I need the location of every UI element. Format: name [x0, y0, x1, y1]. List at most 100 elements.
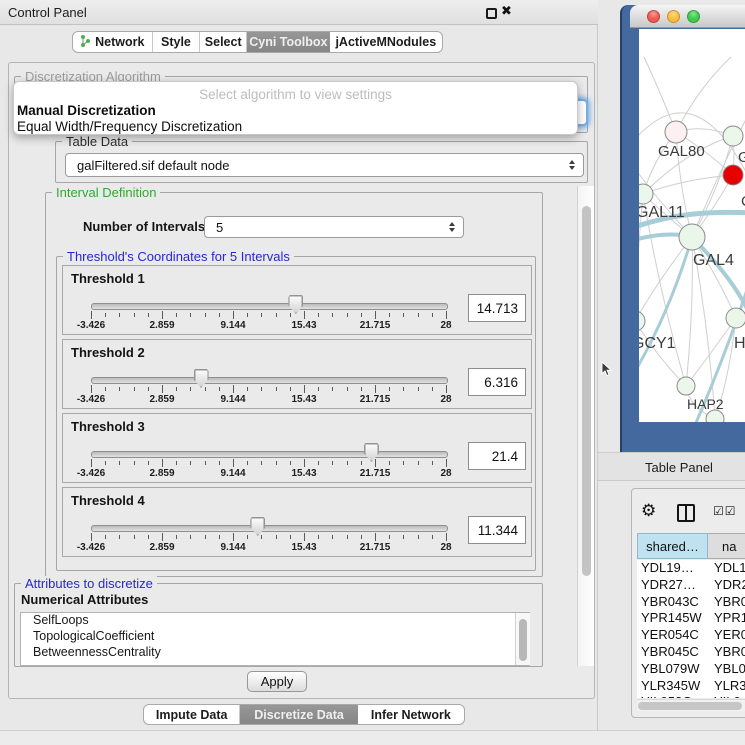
slider-tick [290, 313, 291, 317]
threshold-panel-4: Threshold 4-3.4262.8599.14415.4321.71528… [62, 487, 532, 557]
threshold-value-field[interactable]: 11.344 [468, 516, 526, 544]
slider-tick-label: 9.144 [220, 542, 245, 553]
slider-tick [318, 535, 319, 539]
tab-jactivemnodules[interactable]: jActiveMNodules [330, 32, 442, 52]
table-row[interactable]: YBR045CYBR0 [637, 644, 745, 661]
cell-name[interactable]: YBR0 [708, 644, 745, 661]
num-intervals-select[interactable]: 5 [204, 216, 464, 238]
slider-tick [403, 461, 404, 465]
table-hscrollbar[interactable] [637, 699, 745, 711]
slider-tick [304, 459, 305, 467]
slider-tick-label: 9.144 [220, 320, 245, 331]
cell-name[interactable]: YER0 [708, 627, 745, 644]
network-window-titlebar[interactable] [630, 5, 745, 28]
apply-button[interactable]: Apply [247, 671, 307, 692]
attribute-item-betweennesscentrality[interactable]: BetweennessCentrality [21, 645, 529, 661]
table-row[interactable]: YLR345WYLR3 [637, 678, 745, 695]
slider-tick [176, 387, 177, 391]
settings-scrollbar-thumb[interactable] [582, 206, 591, 576]
network-node-label: GA [738, 149, 745, 166]
tab-label: Select [205, 35, 242, 49]
attributes-scrollbar-thumb[interactable] [519, 619, 527, 661]
cell-shared-name[interactable]: YPR145W [637, 610, 708, 627]
cell-shared-name[interactable]: YDR27… [637, 577, 708, 594]
slider-tick [148, 461, 149, 465]
cell-shared-name[interactable]: YBR045C [637, 644, 708, 661]
column-header-name[interactable]: na [708, 533, 745, 559]
slider-handle[interactable] [288, 295, 303, 314]
threshold-value-field[interactable]: 21.4 [468, 442, 526, 470]
zoom-traffic-light[interactable] [687, 10, 700, 23]
control-panel-titlebar: Control Panel ✖ [0, 0, 598, 25]
slider-track[interactable] [91, 303, 448, 310]
cell-name[interactable]: YDR2 [708, 577, 745, 594]
tab-infer-network[interactable]: Infer Network [358, 705, 464, 724]
slider-tick [403, 313, 404, 317]
table-row[interactable]: YIL052CYIL0 [637, 694, 745, 698]
tab-select[interactable]: Select [200, 32, 247, 52]
slider-handle[interactable] [364, 443, 379, 462]
slider-track[interactable] [91, 377, 448, 384]
tab-style[interactable]: Style [153, 32, 201, 52]
tab-impute-data[interactable]: Impute Data [144, 705, 240, 724]
slider-tick [347, 387, 348, 391]
cell-name[interactable]: YBR0 [708, 594, 745, 611]
cell-shared-name[interactable]: YBR043C [637, 594, 708, 611]
table-row[interactable]: YDL19…YDL1 [637, 560, 745, 577]
slider-tick-label: 2.859 [149, 542, 174, 553]
table-row[interactable]: YPR145WYPR1 [637, 610, 745, 627]
attribute-item-selfloops[interactable]: SelfLoops [21, 613, 529, 629]
attributes-list-scrollbar[interactable] [515, 613, 530, 665]
table-row[interactable]: YBL079WYBL0 [637, 661, 745, 678]
slider-tick [205, 535, 206, 539]
slider-handle[interactable] [250, 517, 265, 536]
slider-tick [91, 385, 92, 393]
tab-network[interactable]: Network [73, 32, 153, 52]
cell-name[interactable]: YPR1 [708, 610, 745, 627]
slider-track[interactable] [91, 525, 448, 532]
table-hscrollbar-thumb[interactable] [638, 702, 742, 710]
table-row[interactable]: YDR27…YDR2 [637, 577, 745, 594]
table-data-select[interactable]: galFiltered.sif default node [65, 153, 584, 177]
slider-track[interactable] [91, 451, 448, 458]
attributes-list[interactable]: SelfLoopsTopologicalCoefficientBetweenne… [20, 612, 530, 666]
slider-tick [361, 387, 362, 391]
close-traffic-light[interactable] [647, 10, 660, 23]
slider-tick [290, 461, 291, 465]
slider-tick [176, 461, 177, 465]
settings-scrollbar[interactable] [577, 186, 594, 666]
cell-name[interactable]: YIL0 [708, 694, 745, 698]
minimize-traffic-light[interactable] [667, 10, 680, 23]
tab-cyni-toolbox[interactable]: Cyni Toolbox [247, 32, 330, 52]
tab-discretize-data[interactable]: Discretize Data [240, 705, 357, 724]
num-intervals-value: 5 [216, 220, 223, 235]
cell-shared-name[interactable]: YER054C [637, 627, 708, 644]
float-window-icon[interactable] [486, 8, 497, 19]
attribute-item-topologicalcoefficient[interactable]: TopologicalCoefficient [21, 629, 529, 645]
cell-shared-name[interactable]: YLR345W [637, 678, 708, 695]
threshold-value-field[interactable]: 14.713 [468, 294, 526, 322]
column-header-shared-name[interactable]: shared… [637, 533, 708, 559]
slider-tick [389, 387, 390, 391]
network-canvas[interactable]: GAL80GACGAL11GAL4GCY1HHAP2 [639, 29, 745, 422]
slider-handle[interactable] [194, 369, 209, 388]
cell-name[interactable]: YBL0 [708, 661, 745, 678]
app-root: Control Panel ✖ NetworkStyle Select Cyni T… [0, 0, 745, 745]
table-row[interactable]: YER054CYER0 [637, 627, 745, 644]
split-view-icon[interactable] [677, 504, 695, 522]
algorithm-option-equal-width[interactable]: Equal Width/Frequency Discretization [17, 119, 242, 134]
checkbox-icons[interactable]: ☑☑ [713, 504, 737, 518]
cell-shared-name[interactable]: YIL052C [637, 694, 708, 698]
cell-shared-name[interactable]: YBL079W [637, 661, 708, 678]
threshold-value-field[interactable]: 6.316 [468, 368, 526, 396]
cell-name[interactable]: YDL1 [708, 560, 745, 577]
table-row[interactable]: YBR043CYBR0 [637, 594, 745, 611]
slider-tick [276, 535, 277, 539]
close-icon[interactable]: ✖ [501, 4, 512, 19]
algorithm-option-manual[interactable]: Manual Discretization [17, 103, 156, 118]
slider-tick [105, 535, 106, 539]
slider-tick-label: 9.144 [220, 468, 245, 479]
gear-icon[interactable]: ⚙ [641, 501, 656, 521]
cell-shared-name[interactable]: YDL19… [637, 560, 708, 577]
cell-name[interactable]: YLR3 [708, 678, 745, 695]
